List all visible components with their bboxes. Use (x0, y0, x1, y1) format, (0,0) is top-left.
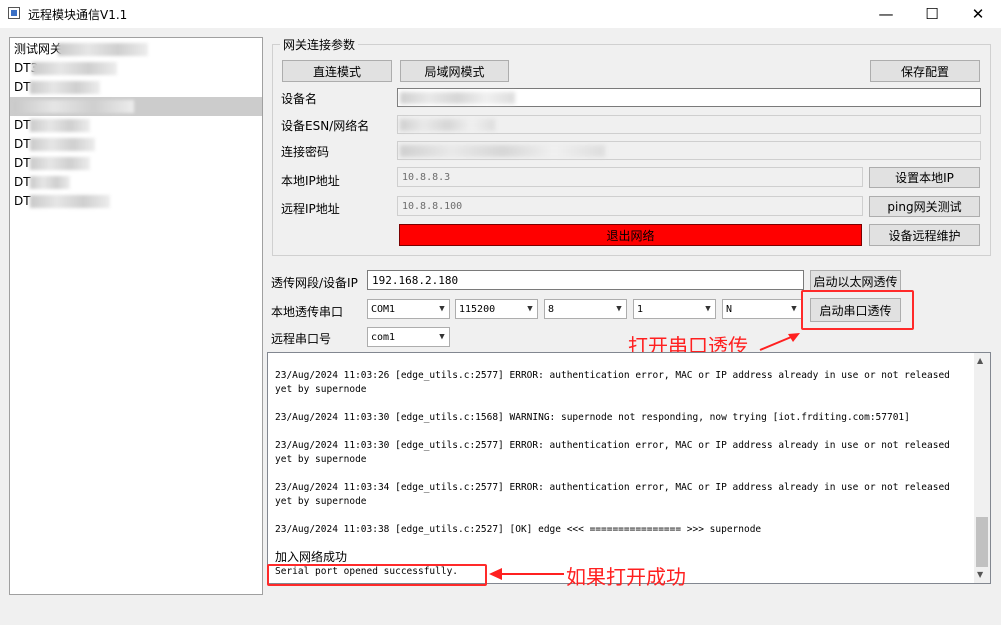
direct-mode-button[interactable]: 直连模式 (282, 60, 392, 82)
device-list[interactable]: 测试网关 DT3 DT DT DT DT DT DT (9, 37, 263, 595)
esn-label: 设备ESN/网络名 (281, 119, 370, 133)
parity-select[interactable]: N ▼ (722, 299, 802, 319)
scroll-down-icon[interactable]: ▼ (977, 570, 983, 579)
remote-serial-label: 远程串口号 (271, 332, 332, 346)
local-serial-label: 本地透传串口 (271, 305, 344, 319)
com-port-value: COM1 (371, 303, 396, 315)
local-ip-label: 本地IP地址 (281, 174, 340, 188)
segment-ip-field[interactable]: 192.168.2.180 (367, 270, 804, 290)
local-ip-field[interactable]: 10.8.8.3 (397, 167, 863, 187)
chevron-down-icon: ▼ (791, 304, 797, 314)
list-item[interactable]: DT (10, 192, 262, 211)
list-item[interactable]: DT (10, 78, 262, 97)
list-item-label: DT (14, 137, 31, 151)
data-bits-select[interactable]: 8 ▼ (544, 299, 627, 319)
start-ethernet-button[interactable]: 启动以太网透传 (810, 270, 901, 292)
list-item[interactable]: DT (10, 154, 262, 173)
remote-ip-label: 远程IP地址 (281, 202, 340, 216)
scroll-thumb[interactable] (976, 517, 988, 567)
chevron-down-icon: ▼ (616, 304, 622, 314)
list-item-selected[interactable] (10, 97, 262, 116)
log-textarea[interactable]: 23/Aug/2024 11:03:26 [edge_utils.c:2577]… (267, 352, 991, 584)
group-title: 网关连接参数 (280, 36, 359, 53)
ping-test-button[interactable]: ping网关测试 (869, 196, 980, 217)
app-icon (8, 7, 20, 19)
list-item[interactable]: DT (10, 135, 262, 154)
serial-button-highlight (801, 290, 914, 330)
log-line: 23/Aug/2024 11:03:30 [edge_utils.c:1568]… (275, 412, 910, 423)
title-bar (0, 0, 1001, 28)
minimize-button[interactable]: — (863, 0, 909, 28)
list-item-label: DT (14, 194, 31, 208)
password-field[interactable] (397, 141, 981, 160)
device-name-field[interactable] (397, 88, 981, 107)
baud-rate-select[interactable]: 115200 ▼ (455, 299, 538, 319)
maximize-button[interactable]: ☐ (909, 0, 955, 28)
password-label: 连接密码 (281, 145, 330, 159)
scroll-up-icon[interactable]: ▲ (977, 356, 983, 365)
list-item-label: 测试网关 (14, 42, 63, 56)
data-bits-value: 8 (548, 303, 555, 315)
close-button[interactable]: ✕ (955, 0, 1001, 28)
esn-field[interactable] (397, 115, 981, 134)
parity-value: N (726, 303, 733, 315)
annotation-if-success: 如果打开成功 (566, 565, 686, 589)
remote-com-select[interactable]: com1 ▼ (367, 327, 450, 347)
remote-ip-field[interactable]: 10.8.8.100 (397, 196, 863, 216)
remote-com-value: com1 (371, 331, 396, 343)
window-title: 远程模块通信V1.1 (28, 8, 128, 22)
remote-maintenance-button[interactable]: 设备远程维护 (869, 224, 980, 246)
list-item[interactable]: DT (10, 173, 262, 192)
stop-bits-select[interactable]: 1 ▼ (633, 299, 716, 319)
annotation-arrow-icon (489, 568, 564, 580)
exit-network-button[interactable]: 退出网络 (399, 224, 862, 246)
set-local-ip-button[interactable]: 设置本地IP (869, 167, 980, 188)
chevron-down-icon: ▼ (705, 304, 711, 314)
success-highlight (267, 564, 487, 586)
list-item-label: DT (14, 175, 31, 189)
list-item[interactable]: DT3 (10, 59, 262, 78)
save-config-button[interactable]: 保存配置 (870, 60, 980, 82)
list-item-label: DT (14, 156, 31, 170)
log-line: 23/Aug/2024 11:03:34 [edge_utils.c:2577]… (275, 482, 956, 507)
log-line: 23/Aug/2024 11:03:26 [edge_utils.c:2577]… (275, 370, 956, 395)
com-port-select[interactable]: COM1 ▼ (367, 299, 450, 319)
lan-mode-button[interactable]: 局域网模式 (400, 60, 509, 82)
list-item[interactable]: DT (10, 116, 262, 135)
segment-label: 透传网段/设备IP (271, 276, 358, 290)
stop-bits-value: 1 (637, 303, 644, 315)
list-item[interactable]: 测试网关 (10, 40, 262, 59)
chevron-down-icon: ▼ (527, 304, 533, 314)
list-item-label: DT (14, 80, 31, 94)
device-name-label: 设备名 (281, 92, 318, 106)
chevron-down-icon: ▼ (439, 304, 445, 314)
log-line: 23/Aug/2024 11:03:30 [edge_utils.c:2577]… (275, 440, 956, 465)
chevron-down-icon: ▼ (439, 332, 445, 342)
log-line: 23/Aug/2024 11:03:38 [edge_utils.c:2527]… (275, 524, 762, 535)
list-item-label: DT (14, 118, 31, 132)
baud-rate-value: 115200 (459, 303, 496, 315)
